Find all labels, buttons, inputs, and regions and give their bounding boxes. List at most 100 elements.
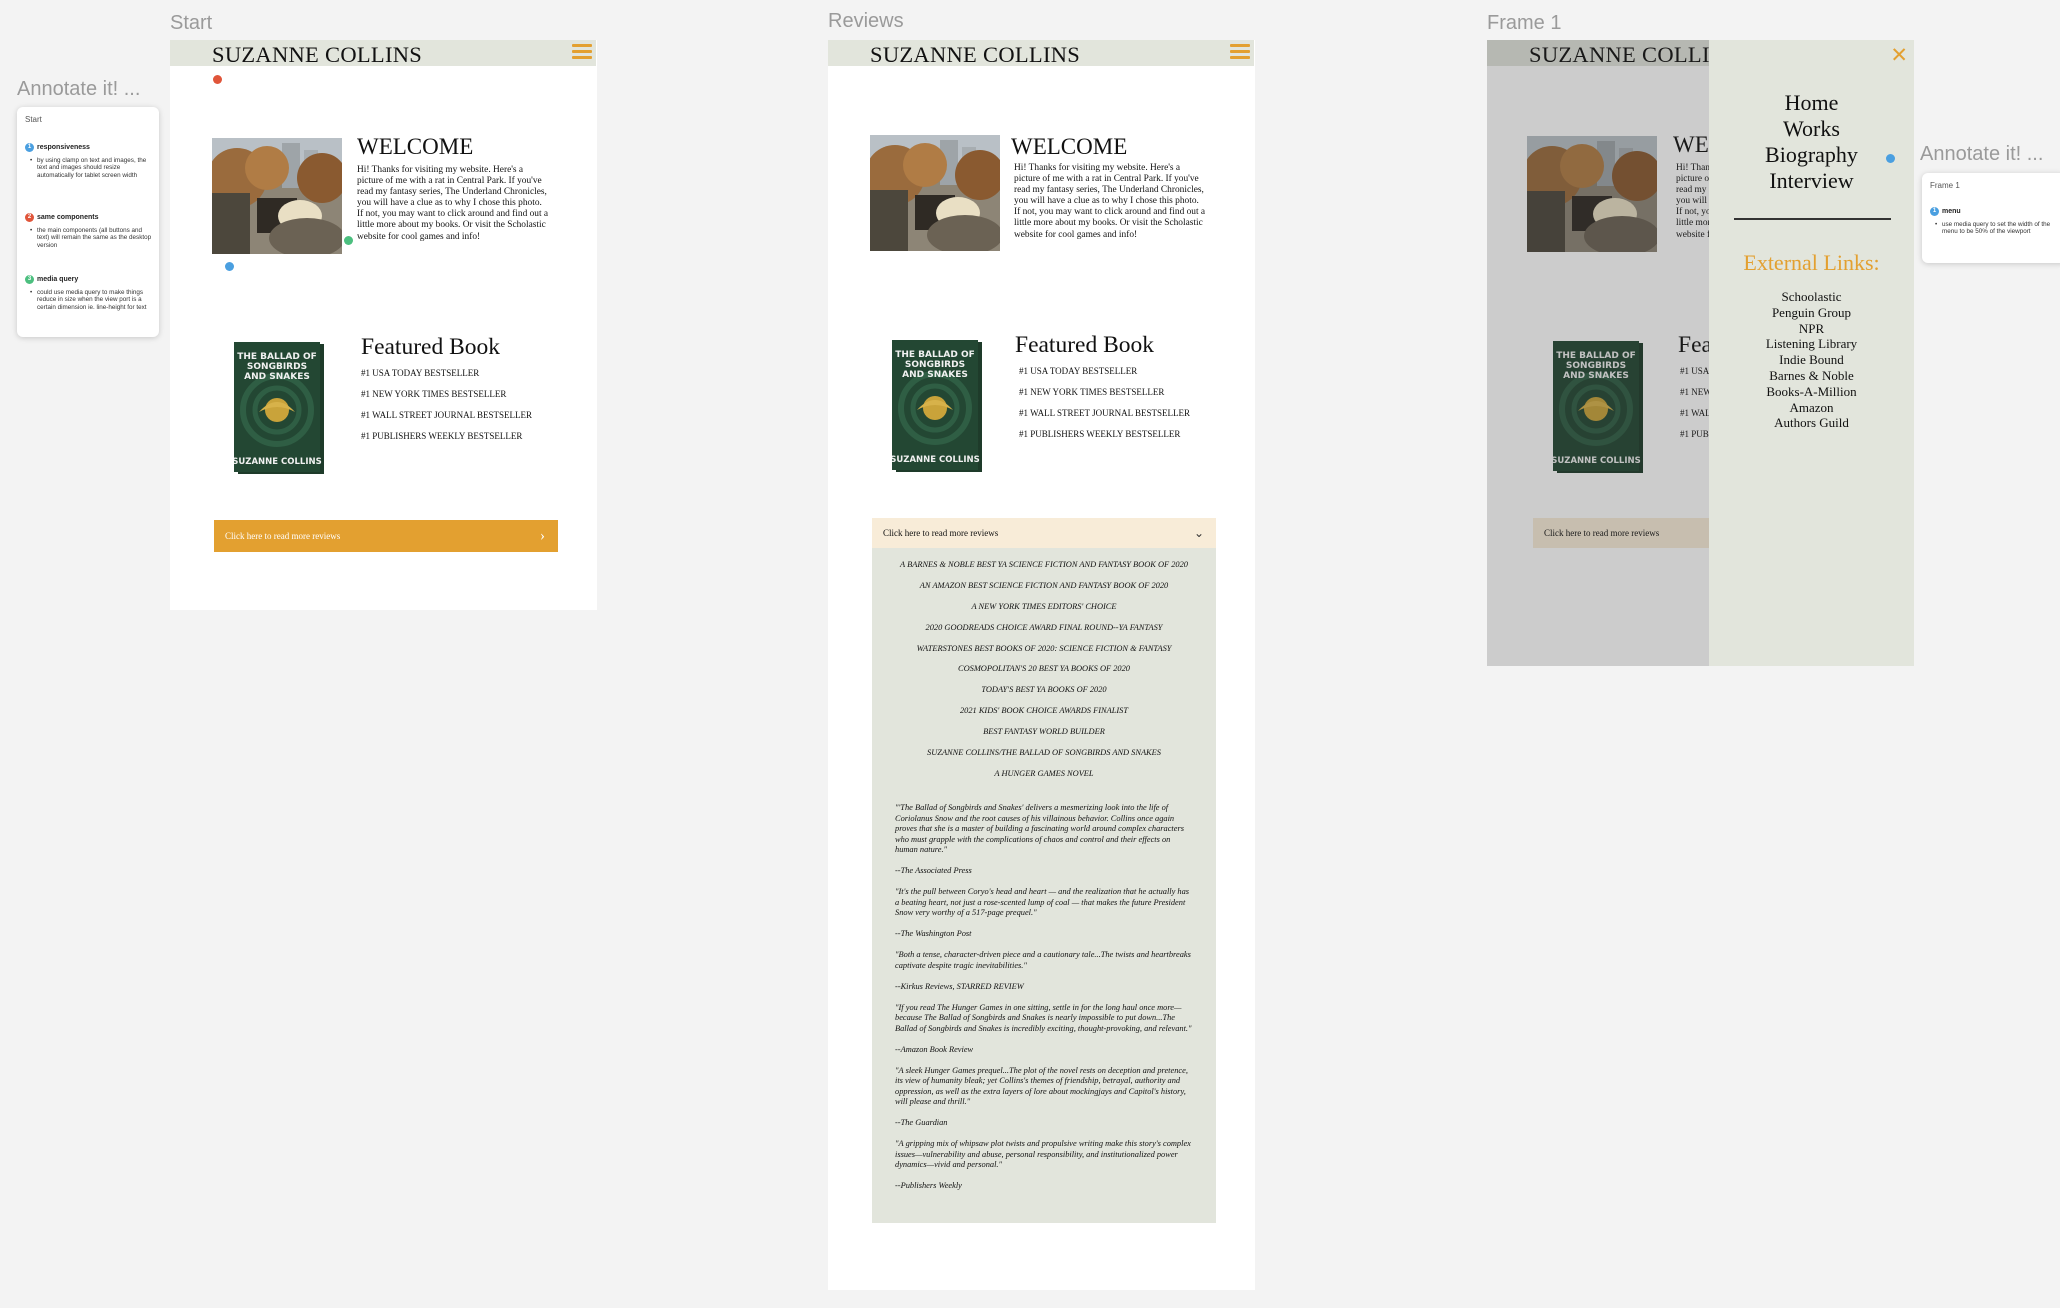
- external-link-authors-guild[interactable]: Authors Guild: [1709, 415, 1914, 431]
- menu-link-biography[interactable]: Biography: [1709, 142, 1914, 168]
- bestseller-item: #1 NEW YORK TIMES BESTSELLER: [1019, 387, 1165, 397]
- frame-label-reviews: Reviews: [828, 10, 904, 32]
- award-item: 2021 Kids' Book Choice Awards Finalist: [959, 706, 1128, 716]
- annotation-pin-1[interactable]: 1: [1930, 207, 1939, 216]
- external-links-list: Schoolastic Penguin Group NPR Listening …: [1709, 289, 1914, 431]
- annotation-note-title: media query: [37, 276, 79, 283]
- annotation-note-title: responsiveness: [37, 144, 90, 151]
- award-item: Best Fantasy World Builder: [983, 727, 1105, 737]
- read-reviews-label: Click here to read more reviews: [883, 528, 999, 538]
- bestseller-item: #1 PUBLISHERS WEEKLY BESTSELLER: [361, 431, 523, 441]
- menu-nav-links: Home Works Biography Interview: [1709, 90, 1914, 194]
- annotation-pin-1[interactable]: 1: [25, 143, 34, 152]
- annotation-note-2: 2same components the main components (al…: [25, 213, 155, 249]
- external-link-listening-library[interactable]: Listening Library: [1709, 336, 1914, 352]
- book-cover: THE BALLAD OF SONGBIRDS AND SNAKES SUZAN…: [234, 342, 324, 474]
- annotation-pin-2[interactable]: 2: [25, 213, 34, 222]
- annotation-card-title: Frame 1: [1930, 181, 1960, 190]
- read-reviews-label: Click here to read more reviews: [225, 531, 341, 541]
- bestseller-item: #1 NEW YORK TIMES BESTSELLER: [361, 389, 507, 399]
- chevron-down-icon: ⌄: [1193, 526, 1204, 540]
- external-link-npr[interactable]: NPR: [1709, 321, 1914, 337]
- annotation-note-title: same components: [37, 214, 99, 221]
- external-link-barnes-noble[interactable]: Barnes & Noble: [1709, 368, 1914, 384]
- frame-start: SUZANNE COLLINS WELCOME Hi! Thanks for v…: [170, 40, 597, 610]
- review-source: --Publishers Weekly: [895, 1181, 962, 1190]
- read-reviews-accordion-header[interactable]: Click here to read more reviews ⌄: [872, 518, 1216, 548]
- review-quote: "A gripping mix of whipsaw plot twists a…: [895, 1139, 1191, 1169]
- annotation-pin-blue[interactable]: [1886, 154, 1895, 163]
- author-photo: [870, 135, 1000, 251]
- annotation-note-body: the main components (all buttons and tex…: [25, 227, 155, 249]
- annotation-note-body: could use media query to make things red…: [25, 289, 155, 311]
- award-item: Suzanne Collins/The Ballad of Songbirds …: [927, 748, 1161, 758]
- awards-list: A Barnes & Noble Best YA Science Fiction…: [872, 560, 1216, 790]
- menu-link-works[interactable]: Works: [1709, 116, 1914, 142]
- annotation-pin-green[interactable]: [344, 236, 353, 245]
- site-header: SUZANNE COLLINS: [828, 40, 1254, 68]
- frame-label-frame1: Frame 1: [1487, 12, 1562, 34]
- review-quotes: "'The Ballad of Songbirds and Snakes' de…: [895, 803, 1195, 1202]
- award-item: 2020 Goodreads Choice Award Final Round-…: [925, 622, 1163, 632]
- annotation-card-frame1: Frame 1 1menu use media query to set the…: [1922, 173, 2060, 263]
- chevron-right-icon: ›: [540, 528, 545, 544]
- book-cover-title: SONGBIRDS: [247, 362, 307, 372]
- hamburger-menu-icon[interactable]: [572, 44, 592, 62]
- external-link-penguin-group[interactable]: Penguin Group: [1709, 305, 1914, 321]
- menu-link-interview[interactable]: Interview: [1709, 168, 1914, 194]
- read-reviews-button[interactable]: Click here to read more reviews ›: [214, 520, 558, 552]
- featured-book-title: Featured Book: [1015, 332, 1155, 358]
- external-link-amazon[interactable]: Amazon: [1709, 400, 1914, 416]
- bestseller-item: #1 PUBLISHERS WEEKLY BESTSELLER: [1019, 429, 1181, 439]
- book-cover-title: THE BALLAD OF: [895, 350, 975, 360]
- bestseller-list: #1 USA TODAY BESTSELLER #1 NEW YORK TIME…: [361, 368, 532, 452]
- book-cover: THE BALLAD OF SONGBIRDS AND SNAKES SUZAN…: [892, 340, 982, 472]
- annotation-pin-blue[interactable]: [225, 262, 234, 271]
- bestseller-item: #1 WALL STREET JOURNAL BESTSELLER: [361, 410, 532, 420]
- site-logo[interactable]: SUZANNE COLLINS: [870, 42, 1080, 68]
- welcome-text: Hi! Thanks for visiting my website. Here…: [1014, 163, 1206, 240]
- menu-link-home[interactable]: Home: [1709, 90, 1914, 116]
- award-item: A New York Times Editors' Choice: [971, 601, 1117, 611]
- annotate-label-left: Annotate it! ...: [17, 78, 141, 100]
- book-cover-author: SUZANNE COLLINS: [234, 457, 322, 467]
- annotation-pin-3[interactable]: 3: [25, 275, 34, 284]
- frame-menu-open: SUZANNE COLLINS WELCOME Hi! Thanks for v…: [1487, 40, 1914, 666]
- close-icon[interactable]: ✕: [1890, 43, 1908, 67]
- reviews-panel: A Barnes & Noble Best YA Science Fiction…: [872, 548, 1216, 1223]
- review-source: --Kirkus Reviews, STARRED REVIEW: [895, 981, 1024, 991]
- external-link-indie-bound[interactable]: Indie Bound: [1709, 352, 1914, 368]
- book-cover-title: AND SNAKES: [902, 370, 968, 380]
- award-item: Today's Best YA Books of 2020: [981, 685, 1107, 695]
- annotation-note-1: 1menu use media query to set the width o…: [1930, 207, 2060, 236]
- menu-divider: [1734, 218, 1891, 220]
- award-item: Waterstones Best Books of 2020: Science …: [916, 643, 1172, 653]
- bestseller-item: #1 USA TODAY BESTSELLER: [1019, 366, 1138, 376]
- frame-label-start: Start: [170, 12, 213, 34]
- site-header: SUZANNE COLLINS: [170, 40, 596, 68]
- annotation-note-1: 1responsiveness by using clamp on text a…: [25, 143, 155, 179]
- frame-reviews: SUZANNE COLLINS WELCOME Hi! Thanks for v…: [828, 40, 1255, 1290]
- bestseller-item: #1 WALL STREET JOURNAL BESTSELLER: [1019, 408, 1190, 418]
- side-menu-panel: ✕ Home Works Biography Interview Externa…: [1709, 40, 1914, 666]
- annotation-pin-red[interactable]: [213, 75, 222, 84]
- external-link-books-a-million[interactable]: Books-A-Million: [1709, 384, 1914, 400]
- external-link-scholastic[interactable]: Schoolastic: [1709, 289, 1914, 305]
- award-item: A Hunger Games Novel: [994, 768, 1094, 778]
- annotation-note-title: menu: [1942, 208, 1961, 215]
- bestseller-list: #1 USA TODAY BESTSELLER #1 NEW YORK TIME…: [1019, 366, 1190, 450]
- award-item: Cosmopolitan's 20 Best YA Books of 2020: [958, 664, 1130, 674]
- award-item: A Barnes & Noble Best YA Science Fiction…: [900, 560, 1188, 569]
- review-quote: "'The Ballad of Songbirds and Snakes' de…: [895, 803, 1184, 854]
- annotation-card-title: Start: [25, 115, 42, 124]
- review-source: --The Washington Post: [895, 929, 972, 938]
- annotation-note-body: by using clamp on text and images, the t…: [25, 157, 155, 179]
- author-photo: [212, 138, 342, 254]
- review-quote: "A sleek Hunger Games prequel...The plot…: [895, 1065, 1188, 1107]
- review-quote: "Both a tense, character-driven piece an…: [895, 950, 1191, 970]
- review-source: --Amazon Book Review: [895, 1044, 974, 1054]
- annotation-card-start: Start 1responsiveness by using clamp on …: [17, 107, 159, 337]
- featured-book-title: Featured Book: [361, 334, 501, 360]
- hamburger-menu-icon[interactable]: [1230, 44, 1250, 62]
- site-logo[interactable]: SUZANNE COLLINS: [212, 42, 422, 68]
